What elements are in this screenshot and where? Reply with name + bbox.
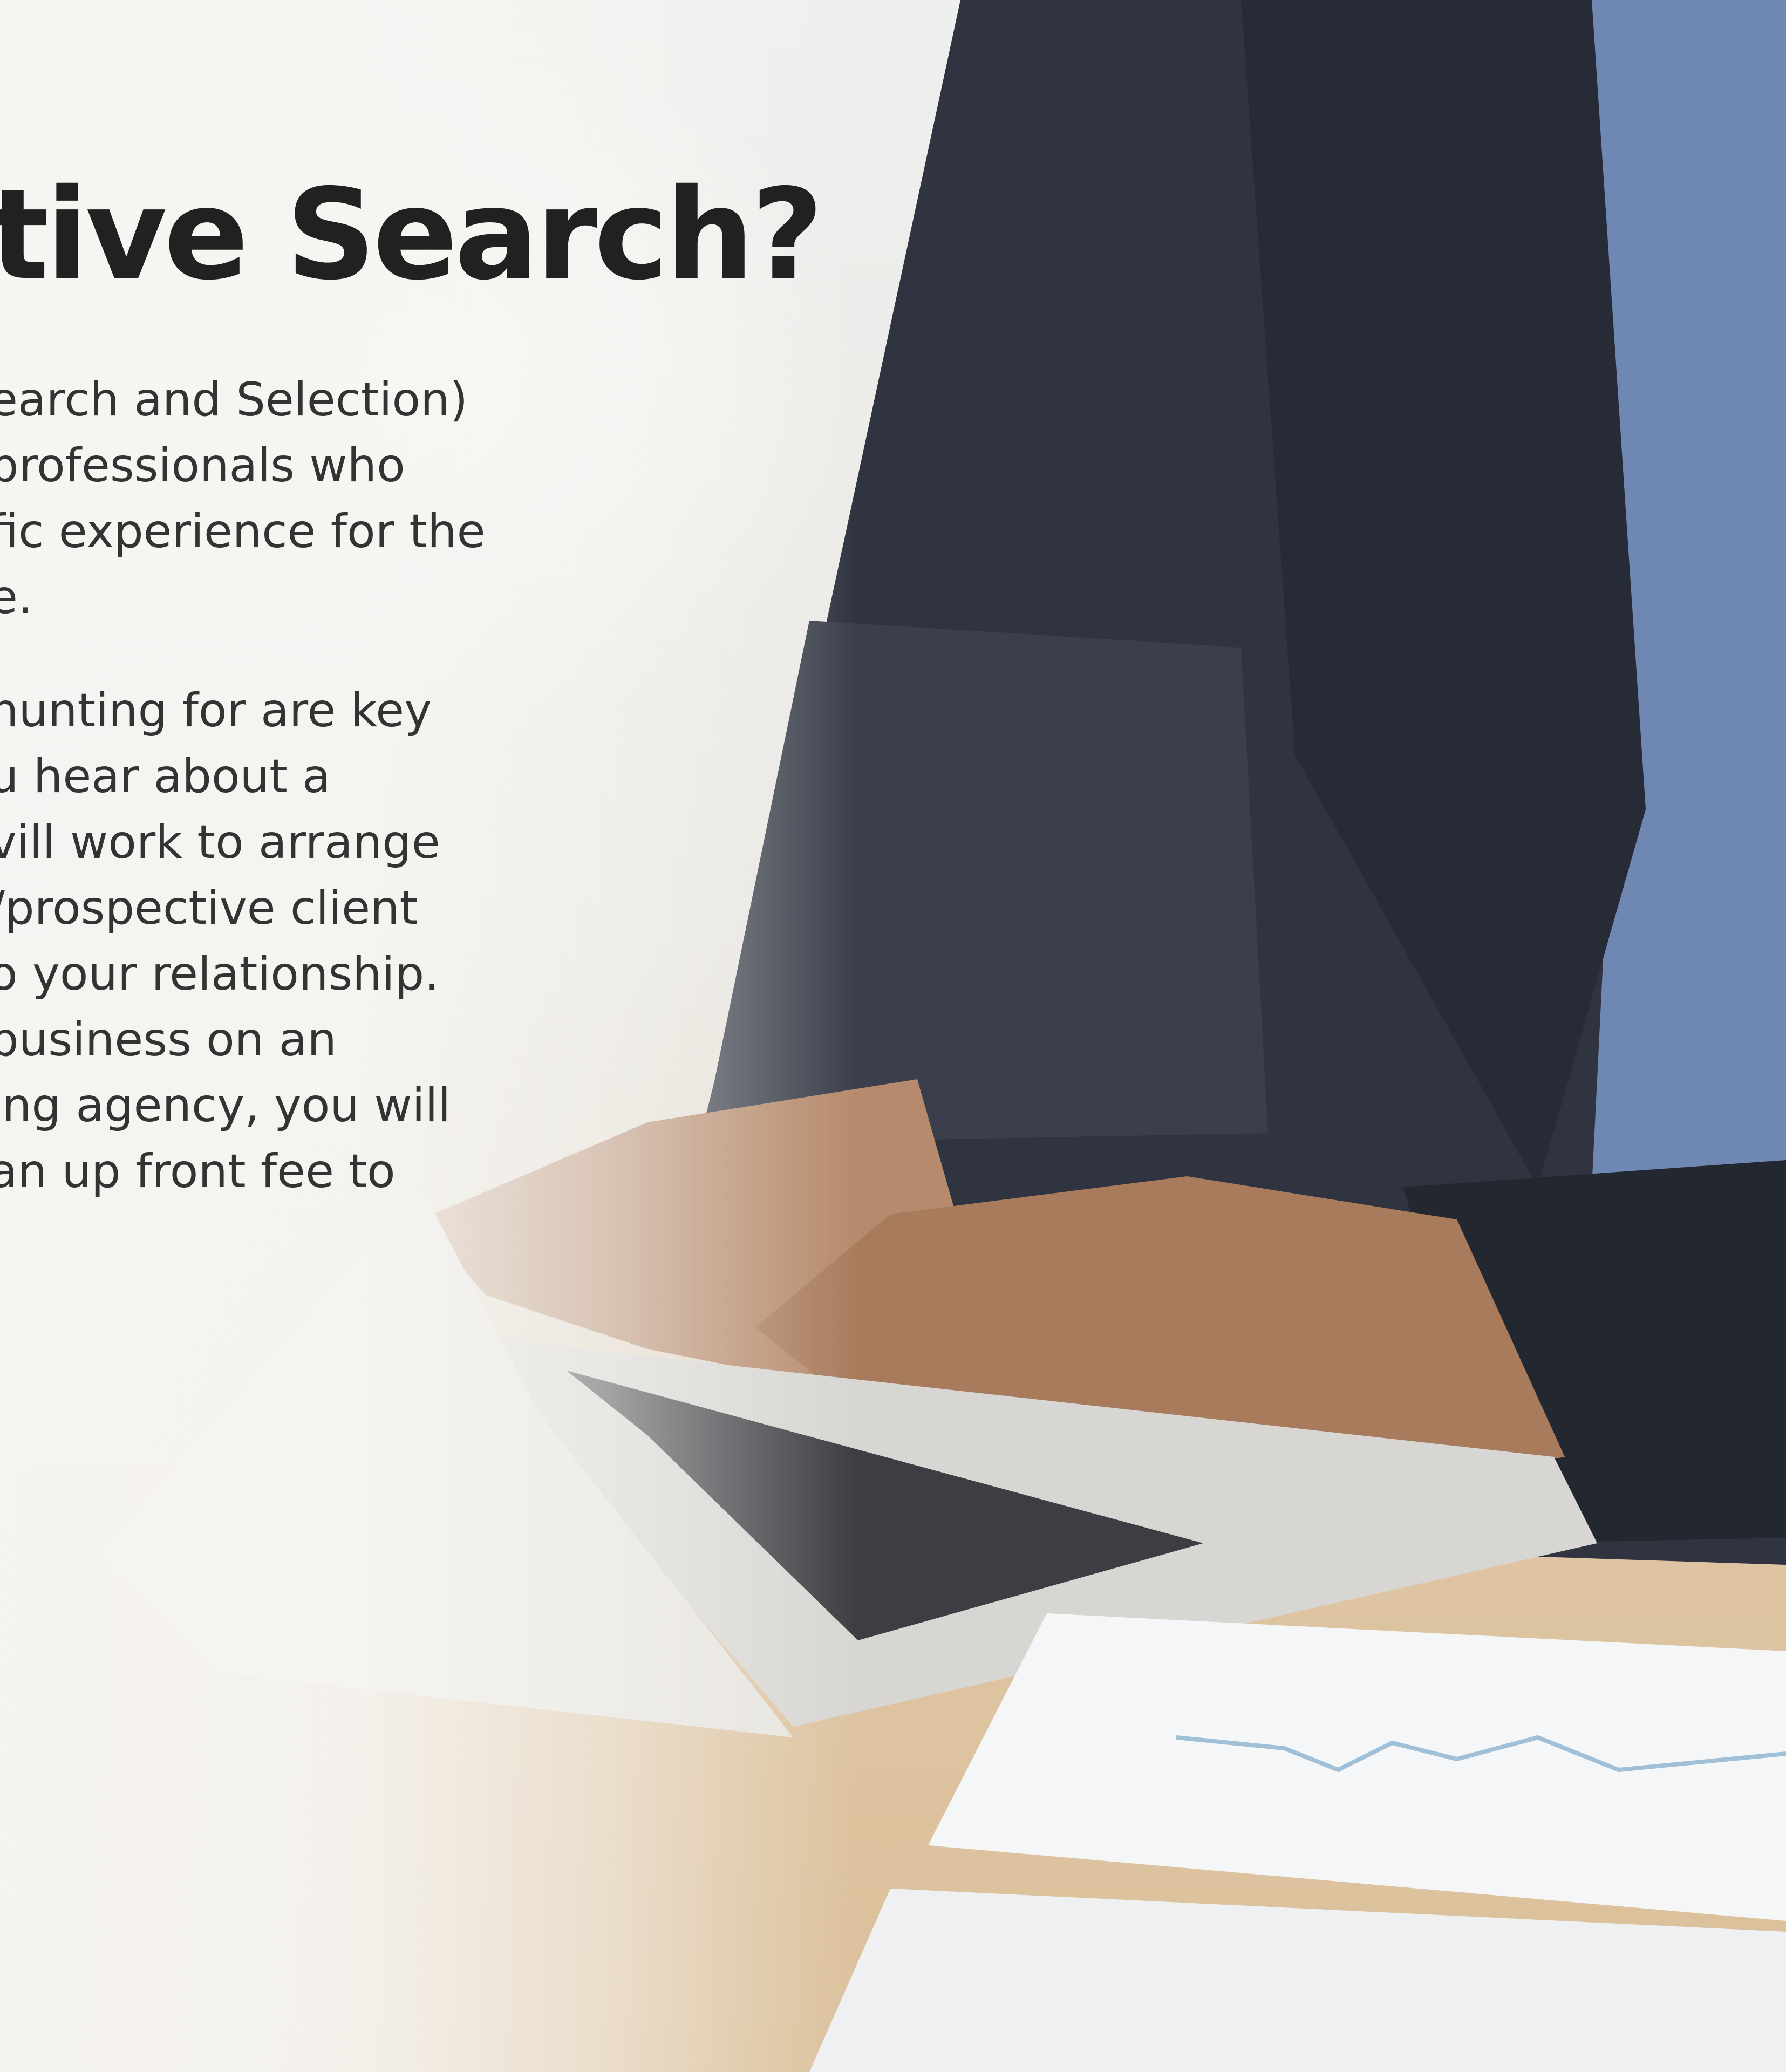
paragraph-2: hunting for are key u hear about a vill … [0, 678, 464, 1204]
paragraph-line: /prospective client [0, 881, 418, 935]
paragraph-1: earch and Selection) professionals who f… [0, 367, 486, 630]
paragraph-line: professionals who [0, 439, 405, 493]
page-headline: tive Search? [0, 162, 823, 308]
paragraph-line: u hear about a [0, 749, 331, 803]
paragraph-line: e. [0, 570, 33, 624]
paragraph-line: an up front fee to [0, 1144, 396, 1198]
paragraph-line: ing agency, you will [0, 1079, 451, 1133]
paragraph-line: business on an [0, 1013, 337, 1067]
paragraph-line: vill work to arrange [0, 815, 440, 869]
paragraph-line: hunting for are key [0, 684, 432, 738]
paragraph-line: fic experience for the [0, 505, 486, 558]
body-copy: earch and Selection) professionals who f… [0, 367, 486, 1204]
paragraph-line: o your relationship. [0, 947, 439, 1001]
paragraph-line: earch and Selection) [0, 373, 468, 427]
